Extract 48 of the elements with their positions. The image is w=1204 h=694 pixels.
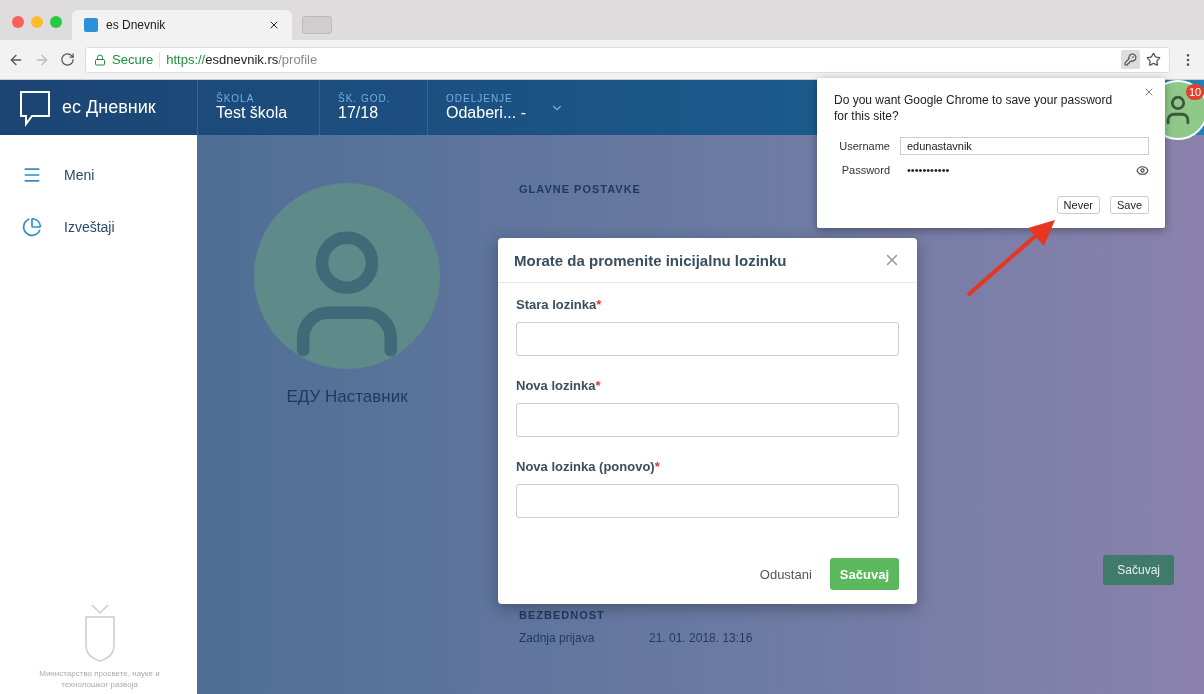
password-field[interactable]: ••••••••••• xyxy=(900,161,1126,180)
never-button[interactable]: Never xyxy=(1056,196,1100,215)
ministry-text: Министарство просвете, науке и технолошког развоја xyxy=(38,669,161,690)
password-field[interactable] xyxy=(516,484,899,518)
sidebar-item[interactable]: Izveštaji xyxy=(22,201,197,253)
section-heading: GLAVNE POSTAVKE xyxy=(519,183,642,195)
section-heading: BEZBEDNOST xyxy=(519,609,606,621)
tab-title: es Dnevnik xyxy=(106,18,167,32)
field-label: Nova lozinka (ponovo)* xyxy=(516,459,661,474)
key-icon[interactable] xyxy=(1121,50,1140,69)
header-label: ODELJENJE xyxy=(446,93,514,104)
dialog-title: Morate da promenite inicijalnu lozinku xyxy=(514,251,787,269)
close-icon[interactable] xyxy=(1143,86,1155,98)
lock-icon xyxy=(94,53,106,66)
logo-icon xyxy=(18,88,52,127)
browser-tab[interactable]: es Dnevnik xyxy=(72,10,292,40)
header-label: ŠKOLA xyxy=(216,93,256,104)
header-value: Test škola xyxy=(216,104,288,122)
password-field[interactable] xyxy=(516,403,899,437)
popup-question: Do you want Google Chrome to save your password for this site? xyxy=(834,92,1114,125)
menu-icon xyxy=(22,165,42,185)
sidebar-item[interactable]: Meni xyxy=(22,149,197,201)
field-label: Password xyxy=(840,164,890,177)
favicon-icon xyxy=(84,18,98,32)
header-value[interactable]: Odaberi... - xyxy=(446,104,527,122)
save-button[interactable]: Save xyxy=(1109,196,1149,215)
field-label: Stara lozinka* xyxy=(516,297,603,312)
header-value: 17/18 xyxy=(338,104,380,122)
last-login-label: Zadnja prijava xyxy=(519,631,596,645)
url-text: https://esdnevnik.rs/profile xyxy=(166,52,318,67)
profile-name: ЕДУ Наставник xyxy=(286,387,408,407)
address-bar[interactable]: Secure https://esdnevnik.rs/profile xyxy=(85,46,1170,73)
last-login-value: 21. 01. 2018. 13:16 xyxy=(649,631,753,645)
username-field[interactable]: edunastavnik xyxy=(900,137,1149,156)
close-tab-icon[interactable] xyxy=(268,19,280,31)
header-label: ŠK. GOD. xyxy=(338,93,391,104)
logo-text: ес Дневник xyxy=(62,97,156,118)
secure-label: Secure xyxy=(112,52,161,67)
reload-icon[interactable] xyxy=(60,52,75,67)
close-window-icon[interactable] xyxy=(12,16,24,28)
field-label: Nova lozinka* xyxy=(516,378,602,393)
star-icon[interactable] xyxy=(1146,52,1161,67)
pie-chart-icon xyxy=(22,217,42,237)
save-button[interactable]: Sačuvaj xyxy=(1103,555,1174,585)
field-label: Username xyxy=(838,140,890,153)
eye-icon[interactable] xyxy=(1136,163,1149,177)
notification-badge: 10 xyxy=(1186,84,1204,100)
password-field[interactable] xyxy=(516,322,899,356)
